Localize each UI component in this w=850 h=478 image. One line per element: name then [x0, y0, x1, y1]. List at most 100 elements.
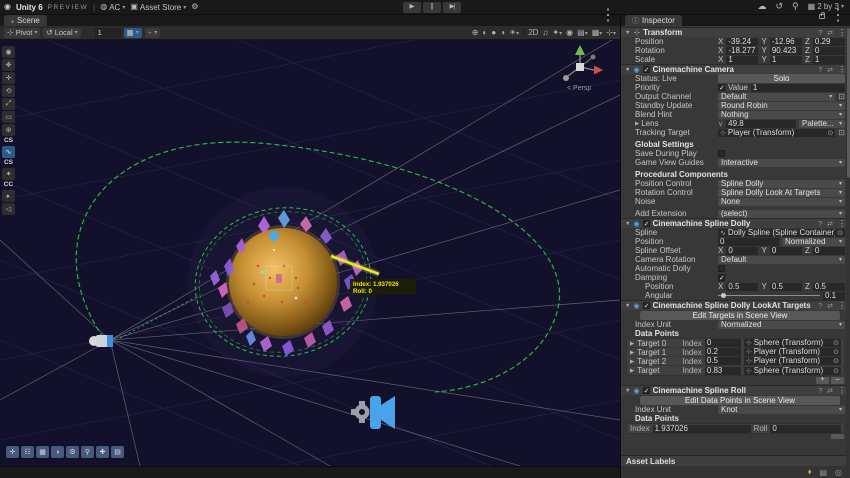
foldout-icon[interactable]: [625, 386, 630, 395]
account-menu[interactable]: AC ▾: [100, 3, 125, 12]
target-options-button[interactable]: [838, 129, 845, 137]
shaded-sphere-icon[interactable]: ◐: [482, 28, 487, 37]
component-enabled-checkbox[interactable]: [642, 66, 650, 74]
help-icon[interactable]: [818, 66, 822, 74]
effects-dropdown-icon[interactable]: ✦▾: [552, 28, 562, 37]
spline-knot-tool-button[interactable]: ✦: [2, 168, 15, 180]
object-picker-icon[interactable]: [827, 129, 833, 137]
preset-icon[interactable]: [827, 66, 833, 74]
cinemachine-camera-icon[interactable]: [351, 396, 395, 429]
position-z-field[interactable]: 0.29: [812, 37, 845, 46]
play-button[interactable]: [403, 2, 421, 13]
scale-z-field[interactable]: 1: [812, 55, 845, 64]
inspector-menu-icon[interactable]: [830, 8, 846, 24]
offset-z-field[interactable]: 0: [812, 246, 845, 255]
label-tag-icon[interactable]: ⬧: [808, 467, 812, 477]
lookat-index-unit-dropdown[interactable]: Normalized: [718, 320, 845, 329]
noise-dropdown[interactable]: None: [718, 197, 845, 206]
row-foldout-icon[interactable]: [630, 339, 634, 348]
tab-inspector[interactable]: Inspector: [625, 15, 682, 26]
spline-edit-tool-button[interactable]: ∿: [2, 146, 15, 158]
spline-position-field[interactable]: 0: [718, 237, 779, 246]
angular-slider[interactable]: [718, 293, 820, 298]
overlay-move-icon[interactable]: ✛: [6, 446, 19, 458]
bundle-icon[interactable]: ▤: [819, 468, 827, 477]
scale-tool-button[interactable]: ⤢: [2, 98, 15, 110]
edit-targets-button[interactable]: Edit Targets in Scene View: [640, 310, 840, 320]
position-y-field[interactable]: -12.96: [769, 37, 802, 46]
rotation-y-field[interactable]: 90.423: [769, 46, 802, 55]
target-object-field[interactable]: Sphere (Transform): [743, 366, 841, 375]
standby-update-dropdown[interactable]: Round Robin: [718, 101, 845, 110]
pivot-mode-dropdown[interactable]: Pivot ▾: [4, 27, 41, 38]
help-icon[interactable]: [818, 387, 822, 395]
damping-x-field[interactable]: 0.5: [726, 282, 759, 291]
position-x-field[interactable]: -39.24: [726, 37, 759, 46]
search-icon[interactable]: [792, 2, 799, 11]
cinemachine-tool-button[interactable]: ▸: [2, 190, 15, 202]
hidden-objects-eye-icon[interactable]: ◉: [566, 28, 573, 37]
kebab-menu-icon[interactable]: [838, 302, 846, 310]
cloud-icon[interactable]: [757, 2, 766, 11]
save-during-play-checkbox[interactable]: [718, 150, 725, 157]
overlay-dropdown-icon[interactable]: ⊹▾: [606, 28, 616, 37]
target-index-field[interactable]: 0.5: [704, 357, 741, 365]
preset-icon[interactable]: [827, 29, 833, 37]
target-index-field[interactable]: 0.83: [704, 366, 741, 375]
tab-scene[interactable]: Scene: [4, 15, 47, 26]
overlay-list-icon[interactable]: ☷: [21, 446, 34, 458]
kebab-menu-icon[interactable]: [838, 66, 846, 74]
position-units-dropdown[interactable]: Normalized: [782, 237, 845, 246]
inspector-lock-icon[interactable]: [819, 11, 825, 19]
rotate-tool-button[interactable]: ⟲: [2, 85, 15, 97]
transform-component-header[interactable]: Transform: [621, 27, 850, 37]
scale-y-field[interactable]: 1: [769, 55, 802, 64]
lighting-toggle-icon[interactable]: ☀▾: [509, 28, 519, 37]
target-object-field[interactable]: Player (Transform): [743, 357, 841, 365]
spline-object-field[interactable]: Dolly Spline (Spline Container): [718, 228, 845, 237]
target-index-field[interactable]: 0: [704, 339, 741, 347]
hand-tool-button[interactable]: ✥: [2, 59, 15, 71]
camera-settings-dropdown-icon[interactable]: ▤▾: [577, 28, 588, 37]
view-2d-button[interactable]: 2D: [528, 28, 538, 37]
grid-snap-size-field[interactable]: 1: [94, 27, 121, 38]
pause-button[interactable]: [423, 2, 441, 13]
object-picker-icon[interactable]: [837, 229, 843, 237]
object-picker-icon[interactable]: [833, 357, 839, 365]
persp-label[interactable]: < Persp: [567, 85, 591, 92]
handle-rotation-dropdown[interactable]: Local ▾: [43, 27, 81, 38]
object-picker-icon[interactable]: [833, 367, 839, 375]
kebab-menu-icon[interactable]: [838, 29, 846, 37]
foldout-icon[interactable]: [625, 301, 630, 310]
lens-fov-field[interactable]: 49.8: [726, 119, 796, 128]
mute-tool-button[interactable]: ◁: [2, 203, 15, 215]
overlay-plus-icon[interactable]: ✚: [96, 446, 109, 458]
roll-value-field[interactable]: 0: [770, 424, 841, 433]
audio-mute-icon[interactable]: ♫: [542, 28, 548, 37]
camera-rotation-dropdown[interactable]: Default: [718, 255, 845, 264]
snap-increment-toggle[interactable]: ⌁ ▾: [144, 27, 161, 38]
object-picker-icon[interactable]: [833, 348, 839, 356]
help-icon[interactable]: [818, 29, 822, 37]
object-picker-icon[interactable]: [833, 339, 839, 347]
preset-icon[interactable]: [827, 302, 833, 310]
row-foldout-icon[interactable]: [630, 357, 634, 366]
lookat-targets-header[interactable]: Cinemachine Spline Dolly LookAt Targets: [621, 300, 850, 310]
rect-tool-button[interactable]: ▭: [2, 111, 15, 123]
table-row[interactable]: Target 2 Index 0.5 Player (Transform): [627, 357, 844, 366]
view-tool-button[interactable]: ◉: [2, 46, 15, 58]
render-mode-icon[interactable]: ⊕: [472, 28, 479, 37]
rotation-x-field[interactable]: -18.277: [726, 46, 759, 55]
damping-y-field[interactable]: 0.5: [769, 282, 802, 291]
history-icon[interactable]: [775, 2, 783, 11]
add-roll-point-button[interactable]: [831, 434, 844, 439]
output-channel-dropdown[interactable]: Default: [718, 92, 836, 101]
foldout-icon[interactable]: [625, 219, 630, 228]
priority-value-field[interactable]: 1: [750, 83, 845, 92]
scene-viewport[interactable]: Index: 1.937026 Roll: 0 < Persp ◉ ✥ ✛ ⟲ …: [0, 40, 620, 466]
solo-button[interactable]: Solo: [718, 74, 845, 83]
preset-icon[interactable]: [827, 387, 833, 395]
game-view-guides-dropdown[interactable]: Interactive: [718, 158, 845, 167]
overlay-gear-icon[interactable]: ⚙: [66, 446, 79, 458]
position-control-dropdown[interactable]: Spline Dolly: [718, 179, 845, 188]
